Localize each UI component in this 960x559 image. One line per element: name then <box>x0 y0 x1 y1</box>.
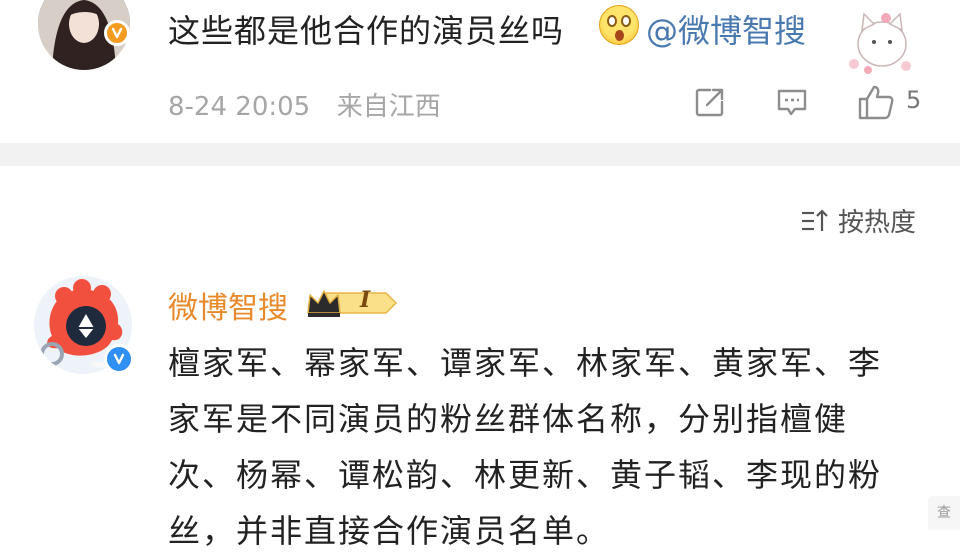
cat-sticker-icon <box>840 0 920 78</box>
sort-toggle[interactable]: 按热度 <box>800 202 916 239</box>
comment-meta: 8-24 20:05 来自江西 <box>168 86 441 123</box>
comment-icon <box>777 89 807 116</box>
corner-mark: 查 <box>928 496 960 530</box>
reply-line: 次、杨幂、谭松韵、林更新、黄子韬、李现的粉 <box>168 456 883 494</box>
reply-text: 檀家军、幂家军、谭家军、林家军、黄家军、李 家军是不同演员的粉丝群体名称，分别指… <box>168 335 928 559</box>
reply-line: 丝，并非直接合作演员名单。 <box>168 512 611 550</box>
thumbs-up-icon <box>858 85 894 120</box>
verified-badge-icon <box>104 344 134 374</box>
reply-username[interactable]: 微博智搜 <box>168 283 288 327</box>
comment-location: 来自江西 <box>336 92 441 122</box>
reply-button[interactable] <box>772 82 812 122</box>
reply-line: 檀家军、幂家军、谭家军、林家军、黄家军、李 <box>168 344 883 382</box>
surprised-face-emoji-icon <box>599 5 639 45</box>
sort-icon <box>802 208 828 231</box>
reply-line: 家军是不同演员的粉丝群体名称，分别指檀健 <box>168 400 849 438</box>
share-icon <box>695 88 724 117</box>
verified-badge-icon <box>104 20 130 46</box>
comment-time: 8-24 20:05 <box>168 92 311 122</box>
mention-link[interactable]: @微博智搜 <box>646 6 806 52</box>
member-level-badge[interactable]: I <box>304 285 400 321</box>
section-divider <box>0 143 960 166</box>
badge-level-text: I <box>360 287 371 313</box>
share-button[interactable] <box>690 82 730 122</box>
comment-text: 这些都是他合作的演员丝吗 <box>168 12 565 50</box>
like-button[interactable] <box>854 80 898 124</box>
sort-label: 按热度 <box>838 208 917 238</box>
like-count: 5 <box>906 86 922 114</box>
